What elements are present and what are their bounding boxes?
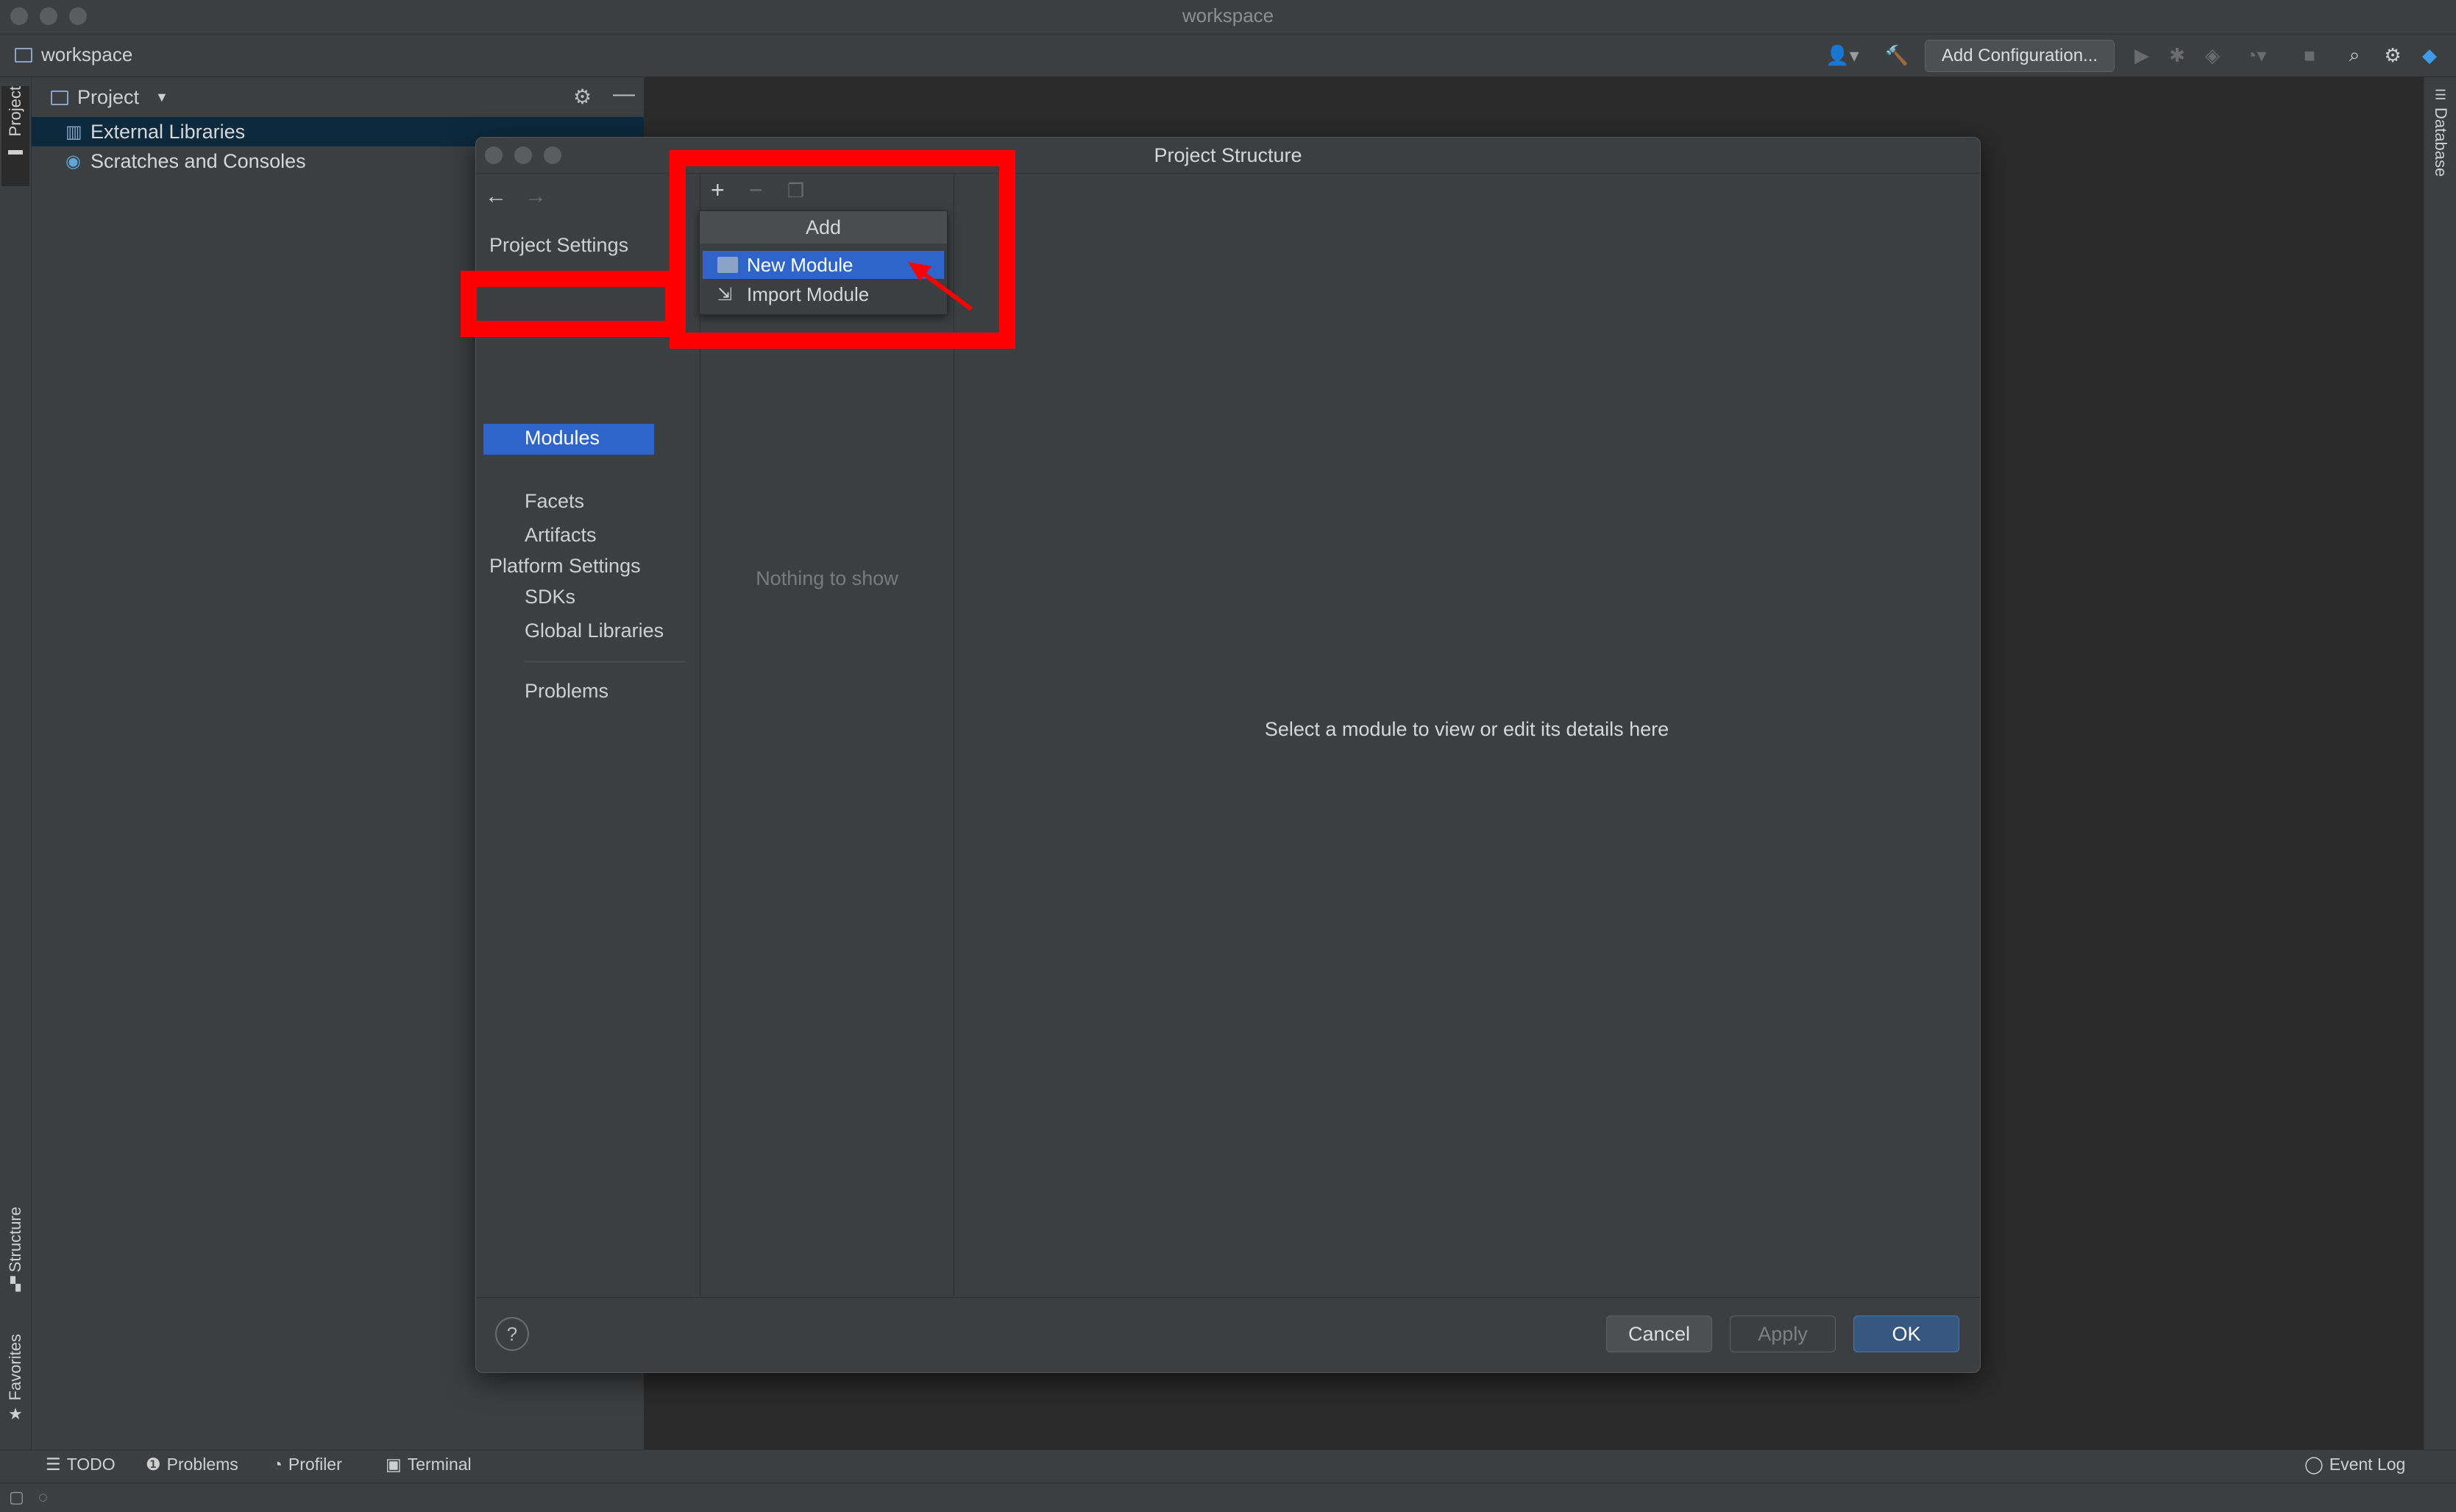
left-tool-stripe: Project ▬ Structure ▚ Favorites ★ [0, 77, 32, 1449]
nav-item-global-libraries[interactable]: Global Libraries [525, 620, 664, 642]
back-arrow-icon[interactable]: ← [485, 184, 507, 209]
toggle-tool-windows-icon[interactable]: ▢ [9, 1488, 24, 1507]
bottom-tool-bar: ☰ TODO ❶ Problems ◔ Profiler ▣ Terminal ◯ Eve… [0, 1449, 2456, 1483]
nav-item-sdks[interactable]: SDKs [525, 586, 575, 608]
event-log-label: Event Log [2329, 1455, 2406, 1474]
project-view-selector[interactable]: Project ▼ [51, 86, 168, 109]
structure-icon: ▚ [10, 1277, 21, 1292]
project-folder-icon [15, 47, 32, 63]
structure-tool-tab[interactable]: Structure ▚ [1, 1207, 29, 1324]
tree-item-label: Scratches and Consoles [90, 149, 306, 172]
nav-category-platform-settings: Platform Settings [489, 555, 641, 577]
dialog-footer: ? Cancel Apply OK [476, 1297, 1980, 1373]
event-log-icon: ◯ [2304, 1455, 2324, 1474]
project-tool-tab[interactable]: Project ▬ [1, 86, 29, 186]
libraries-icon: ▥ [65, 121, 82, 142]
navigation-bar: workspace 👤▾ 🔨 Add Configuration... ▶ ✱ … [0, 35, 2456, 77]
search-icon[interactable]: ⌕ [2341, 43, 2368, 67]
folder-icon: ▬ [8, 142, 23, 159]
window-title: workspace [1182, 4, 1274, 26]
stop-icon[interactable]: ■ [2299, 43, 2321, 67]
warning-icon: ❶ [146, 1455, 161, 1474]
nav-category-project-settings: Project Settings [489, 234, 629, 256]
cancel-button[interactable]: Cancel [1606, 1316, 1712, 1352]
debug-icon[interactable]: ✱ [2165, 43, 2190, 67]
nav-item-artifacts[interactable]: Artifacts [525, 524, 597, 547]
todo-label: TODO [66, 1455, 116, 1474]
status-bar: ▢ ◌ [0, 1483, 2456, 1512]
ide-logo-icon: ◆ [2422, 43, 2437, 66]
settings-navigation: ← → Project Settings Modules Facets Arti… [476, 174, 700, 1296]
nav-item-modules-label: Modules [525, 427, 600, 449]
run-icon[interactable]: ▶ [2129, 43, 2154, 67]
todo-tool-button[interactable]: ☰ TODO [46, 1455, 116, 1474]
project-panel-header: Project ▼ ⚙ — [32, 77, 644, 116]
profiler-tool-button[interactable]: ◔ Profiler [272, 1455, 342, 1474]
profiler-icon: ◔ [272, 1455, 283, 1474]
database-icon: ☰ [2434, 88, 2447, 102]
apply-button[interactable]: Apply [1730, 1316, 1836, 1352]
highlight-box-modules [461, 271, 681, 337]
database-tab-label: Database [2432, 107, 2450, 177]
right-tool-stripe: ☰ Database [2424, 77, 2456, 1449]
profile-run-icon[interactable]: ◔▾ [2235, 43, 2276, 67]
chevron-down-icon: ▼ [155, 90, 168, 104]
forward-arrow-icon[interactable]: → [525, 184, 547, 209]
module-details-panel: Select a module to view or edit its deta… [954, 174, 1979, 1296]
event-log-tool-button[interactable]: ◯ Event Log [2304, 1455, 2405, 1474]
ok-button[interactable]: OK [1853, 1316, 1959, 1352]
nav-divider [525, 661, 685, 662]
structure-tab-label: Structure [6, 1207, 24, 1273]
problems-tool-button[interactable]: ❶ Problems [146, 1455, 238, 1474]
gear-icon[interactable]: ⚙ [573, 85, 592, 109]
hide-panel-icon[interactable]: — [613, 82, 635, 107]
annotation-arrow-icon [908, 262, 973, 311]
details-hint-text: Select a module to view or edit its deta… [1264, 718, 1669, 740]
settings-gear-icon[interactable]: ⚙ [2379, 43, 2406, 67]
terminal-tool-button[interactable]: ▣ Terminal [386, 1455, 472, 1474]
star-icon: ★ [8, 1405, 23, 1424]
help-button[interactable]: ? [495, 1317, 529, 1351]
project-name: workspace [41, 43, 133, 65]
dialog-zoom-button[interactable] [544, 146, 561, 164]
project-tab-label: Project [6, 86, 24, 137]
terminal-icon: ▣ [386, 1455, 402, 1474]
scratches-icon: ◉ [65, 151, 81, 171]
dialog-minimize-button[interactable] [514, 146, 532, 164]
terminal-label: Terminal [407, 1455, 472, 1474]
project-breadcrumb[interactable]: workspace [15, 43, 132, 66]
highlight-box-add-menu [670, 150, 1015, 349]
favorites-tool-tab[interactable]: Favorites ★ [1, 1334, 29, 1444]
favorites-tab-label: Favorites [6, 1334, 24, 1401]
project-panel-title: Project [77, 86, 140, 108]
project-view-icon [51, 90, 68, 105]
title-bar: workspace [0, 0, 2456, 35]
nav-item-problems[interactable]: Problems [525, 680, 608, 703]
add-configuration-button[interactable]: Add Configuration... [1925, 40, 2115, 72]
progress-spinner-icon: ◌ [38, 1488, 49, 1506]
user-account-icon[interactable]: 👤▾ [1822, 43, 1863, 67]
coverage-icon[interactable]: ◈ [2200, 43, 2225, 67]
nav-item-facets[interactable]: Facets [525, 490, 584, 513]
profiler-label: Profiler [288, 1455, 342, 1474]
tree-item-label: External Libraries [90, 120, 246, 143]
list-icon: ☰ [46, 1455, 61, 1474]
database-tool-tab[interactable]: ☰ Database [2427, 88, 2455, 198]
dialog-close-button[interactable] [485, 146, 503, 164]
build-hammer-icon[interactable]: 🔨 [1884, 43, 1910, 67]
empty-list-text: Nothing to show [756, 567, 898, 589]
problems-label: Problems [166, 1455, 238, 1474]
